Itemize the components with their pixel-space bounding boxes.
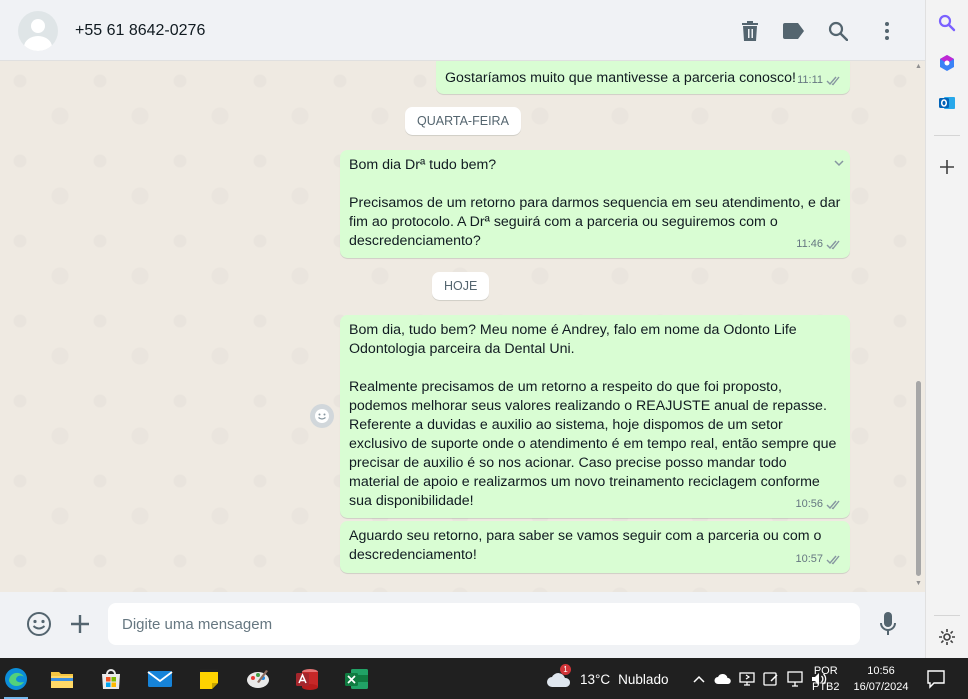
clock-date: 16/07/2024 bbox=[853, 681, 909, 693]
react-emoji-icon[interactable] bbox=[310, 404, 334, 428]
edit-screen-icon[interactable] bbox=[762, 670, 780, 688]
message-options-chevron-icon[interactable] bbox=[834, 160, 844, 168]
edge-browser-icon[interactable] bbox=[0, 664, 32, 694]
message-time: 11:46 bbox=[796, 238, 823, 250]
network-icon[interactable] bbox=[786, 670, 804, 688]
access-icon[interactable] bbox=[292, 664, 322, 694]
chat-header: +55 61 8642-0276 bbox=[0, 0, 925, 61]
browser-sidebar bbox=[925, 0, 968, 658]
message-meta: 11:46 bbox=[796, 235, 842, 254]
read-receipt-icon bbox=[826, 555, 840, 565]
onedrive-cloud-icon[interactable] bbox=[714, 670, 732, 688]
scroll-up-arrow-icon[interactable]: ▲ bbox=[915, 63, 922, 70]
whatsapp-chat-window: +55 61 8642-0276 Gostaríamos muito que m… bbox=[0, 0, 925, 658]
paint-app-icon[interactable] bbox=[243, 664, 273, 694]
message-bubble[interactable]: Bom dia, tudo bem? Meu nome é Andrey, fa… bbox=[340, 315, 850, 518]
weather-widget[interactable]: 1 13°C Nublado bbox=[546, 664, 669, 692]
weather-notification-badge: 1 bbox=[560, 664, 571, 675]
sidebar-divider bbox=[934, 615, 960, 616]
message-bubble[interactable]: Bom dia Drª tudo bem? Precisamos de um r… bbox=[340, 150, 850, 258]
message-composer bbox=[0, 592, 925, 658]
avatar-head-shape bbox=[31, 19, 45, 33]
message-bubble[interactable]: Gostaríamos muito que mantivesse a parce… bbox=[436, 61, 850, 94]
message-time: 10:56 bbox=[795, 498, 823, 510]
input-language-indicator[interactable]: POR PTB2 bbox=[812, 663, 840, 695]
taskbar-clock[interactable]: 10:56 16/07/2024 bbox=[850, 663, 912, 695]
contact-name[interactable]: +55 61 8642-0276 bbox=[75, 22, 205, 40]
avatar-body-shape bbox=[24, 36, 52, 51]
outlook-icon[interactable] bbox=[936, 92, 958, 114]
delete-icon[interactable] bbox=[737, 18, 763, 44]
message-text: Aguardo seu retorno, para saber se vamos… bbox=[349, 528, 826, 563]
emoji-icon[interactable] bbox=[25, 610, 53, 638]
message-text: Bom dia, tudo bem? Meu nome é Andrey, fa… bbox=[349, 322, 837, 509]
message-bubble[interactable]: Aguardo seu retorno, para saber se vamos… bbox=[340, 521, 850, 573]
microphone-icon[interactable] bbox=[874, 610, 902, 638]
message-text: Gostaríamos muito que mantivesse a parce… bbox=[445, 70, 796, 86]
message-meta: 10:57 bbox=[795, 550, 842, 569]
sidebar-divider bbox=[934, 135, 960, 136]
copilot-icon[interactable] bbox=[936, 52, 958, 74]
file-explorer-icon[interactable] bbox=[47, 664, 77, 694]
scrollbar[interactable]: ▲ ▼ bbox=[915, 61, 922, 592]
read-receipt-icon bbox=[826, 240, 840, 250]
show-hidden-icons-chevron-icon[interactable] bbox=[690, 670, 708, 688]
scroll-down-arrow-icon[interactable]: ▼ bbox=[915, 580, 922, 587]
notification-center-icon[interactable] bbox=[926, 669, 946, 689]
device-connected-icon[interactable] bbox=[738, 670, 756, 688]
search-icon[interactable] bbox=[825, 18, 851, 44]
keyboard-layout: PTB2 bbox=[812, 681, 840, 693]
read-receipt-icon bbox=[826, 500, 840, 510]
excel-icon[interactable] bbox=[341, 664, 371, 694]
system-tray bbox=[690, 658, 828, 699]
message-meta: 10:56 bbox=[795, 495, 842, 514]
language-code: POR bbox=[813, 665, 838, 677]
bing-search-icon[interactable] bbox=[936, 12, 958, 34]
message-meta: 11:11 bbox=[797, 71, 842, 90]
read-receipt-icon bbox=[826, 76, 840, 86]
cloudy-weather-icon: 1 bbox=[546, 664, 572, 689]
sidebar-settings-gear-icon[interactable] bbox=[936, 626, 958, 648]
weather-description: Nublado bbox=[618, 671, 669, 687]
message-time: 10:57 bbox=[795, 553, 823, 565]
weather-temperature: 13°C bbox=[580, 671, 611, 687]
contact-avatar[interactable] bbox=[18, 11, 58, 51]
message-time: 11:11 bbox=[797, 74, 823, 86]
date-separator-today: HOJE bbox=[432, 272, 490, 300]
scrollbar-thumb[interactable] bbox=[916, 381, 921, 576]
message-list[interactable]: Gostaríamos muito que mantivesse a parce… bbox=[0, 61, 925, 592]
mail-icon[interactable] bbox=[145, 664, 175, 694]
date-separator-wednesday: QUARTA-FEIRA bbox=[405, 107, 521, 135]
message-text: Bom dia Drª tudo bem? Precisamos de um r… bbox=[349, 157, 841, 249]
sticky-notes-icon[interactable] bbox=[194, 664, 224, 694]
menu-icon[interactable] bbox=[874, 18, 900, 44]
label-icon[interactable] bbox=[781, 18, 807, 44]
clock-time: 10:56 bbox=[867, 665, 895, 677]
add-app-plus-icon[interactable] bbox=[936, 156, 958, 178]
windows-taskbar: 1 13°C Nublado POR PTB2 10:56 16/07/2024 bbox=[0, 658, 968, 699]
attach-plus-icon[interactable] bbox=[66, 610, 94, 638]
microsoft-store-icon[interactable] bbox=[96, 664, 126, 694]
message-input[interactable] bbox=[108, 603, 860, 645]
